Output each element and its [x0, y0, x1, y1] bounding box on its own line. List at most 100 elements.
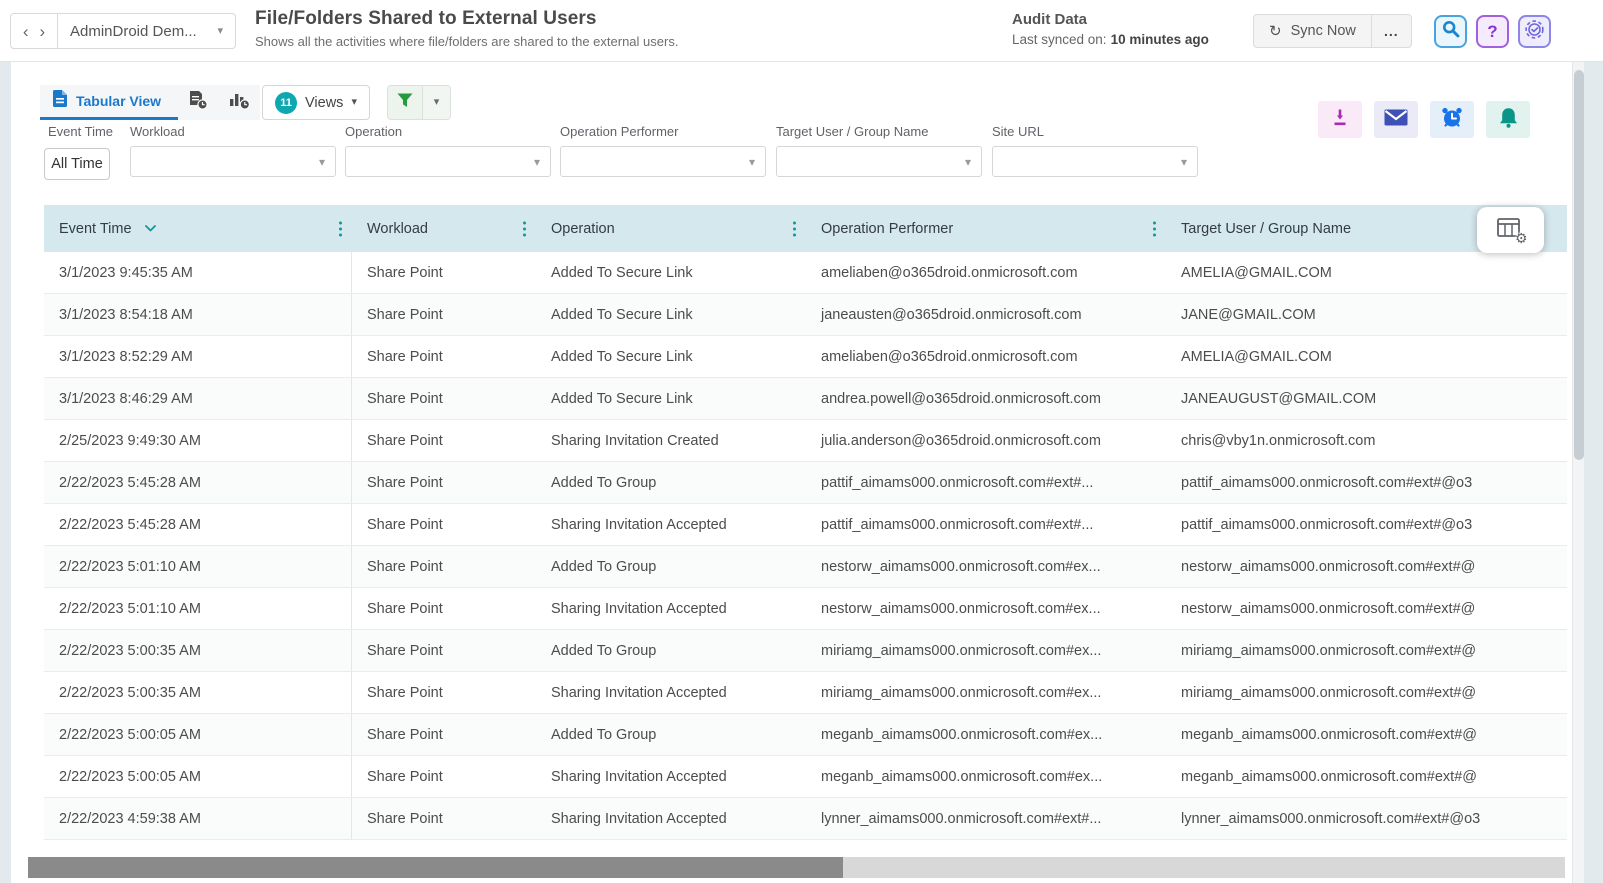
- chevron-down-icon: ▾: [964, 154, 971, 169]
- table-row: 3/1/2023 8:46:29 AM Share Point Added To…: [44, 378, 1567, 420]
- download-icon: [1330, 108, 1350, 132]
- column-header-event-time[interactable]: Event Time: [44, 205, 352, 252]
- column-header-event-time-label: Event Time: [59, 220, 132, 237]
- filter-site-url-label: Site URL: [992, 124, 1045, 139]
- cell-event-time: 2/22/2023 5:00:35 AM: [44, 630, 352, 671]
- filter-target-user-label: Target User / Group Name: [776, 124, 929, 139]
- cell-operation: Sharing Invitation Created: [551, 432, 719, 449]
- last-synced-label: Last synced on:: [1012, 32, 1107, 47]
- document-icon: [53, 90, 67, 112]
- operation-dropdown[interactable]: ▾: [345, 146, 551, 177]
- report-action-buttons: [1318, 101, 1530, 138]
- table-row: 2/22/2023 5:01:10 AM Share Point Added T…: [44, 546, 1567, 588]
- filter-operation-label: Operation: [345, 124, 403, 139]
- refresh-icon: ↻: [1269, 23, 1282, 40]
- column-menu-icon[interactable]: [793, 221, 796, 236]
- cell-workload: Share Point: [367, 558, 443, 575]
- filter-operation-performer-label: Operation Performer: [560, 124, 679, 139]
- filter-button[interactable]: [388, 86, 422, 119]
- audit-status-block: Audit Data Last synced on: 10 minutes ago: [1012, 11, 1209, 47]
- chevron-down-icon: ▾: [217, 24, 223, 37]
- filter-workload-label: Workload: [130, 124, 185, 139]
- check-circle-icon: [1525, 19, 1544, 44]
- table-row: 3/1/2023 8:54:18 AM Share Point Added To…: [44, 294, 1567, 336]
- tenant-selector[interactable]: AdminDroid Dem... ▾: [58, 13, 236, 49]
- help-button[interactable]: ?: [1476, 15, 1509, 48]
- cell-workload: Share Point: [367, 726, 443, 743]
- email-report-button[interactable]: [1374, 101, 1418, 138]
- audit-data-label: Audit Data: [1012, 11, 1087, 28]
- target-user-dropdown[interactable]: ▾: [776, 146, 982, 177]
- cell-event-time: 2/22/2023 5:00:05 AM: [44, 756, 352, 797]
- filter-split-button: ▾: [387, 85, 451, 120]
- column-header-workload-label: Workload: [367, 220, 428, 237]
- cell-operation: Added To Group: [551, 726, 657, 743]
- report-title-block: File/Folders Shared to External Users Sh…: [255, 8, 678, 49]
- cell-operation: Added To Group: [551, 642, 657, 659]
- cell-workload: Share Point: [367, 474, 443, 491]
- horizontal-scrollbar-thumb[interactable]: [28, 857, 843, 878]
- table-row: 2/22/2023 5:01:10 AM Share Point Sharing…: [44, 588, 1567, 630]
- table-row: 2/22/2023 5:00:35 AM Share Point Sharing…: [44, 672, 1567, 714]
- table-row: 2/22/2023 5:00:35 AM Share Point Added T…: [44, 630, 1567, 672]
- page-title: File/Folders Shared to External Users: [255, 8, 597, 29]
- tenant-nav-group: ‹ › AdminDroid Dem... ▾: [10, 13, 236, 49]
- cell-workload: Share Point: [367, 768, 443, 785]
- chevron-down-icon: ▾: [351, 96, 357, 108]
- site-url-dropdown[interactable]: ▾: [992, 146, 1198, 177]
- sync-now-button[interactable]: ↻ Sync Now: [1254, 15, 1371, 47]
- vertical-scrollbar[interactable]: [1572, 62, 1584, 883]
- column-header-target-user-label: Target User / Group Name: [1181, 220, 1352, 237]
- cell-event-time: 3/1/2023 8:52:29 AM: [44, 336, 352, 377]
- filter-event-time: Event Time All Time: [44, 124, 113, 180]
- audit-table: Event Time Workload Operation Operation …: [44, 205, 1567, 851]
- column-menu-icon[interactable]: [339, 221, 342, 236]
- forward-chevron-icon[interactable]: ›: [40, 23, 46, 40]
- report-document-schedule-button[interactable]: [178, 85, 219, 120]
- column-menu-icon[interactable]: [1153, 221, 1156, 236]
- chart-clock-icon: [229, 91, 250, 115]
- chart-schedule-button[interactable]: [219, 85, 260, 120]
- views-dropdown-button[interactable]: 11 Views ▾: [262, 85, 370, 120]
- operation-performer-dropdown[interactable]: ▾: [560, 146, 766, 177]
- table-row: 2/22/2023 5:45:28 AM Share Point Sharing…: [44, 504, 1567, 546]
- filter-site-url: Site URL ▾: [992, 124, 1198, 177]
- chevron-down-icon: ▾: [318, 154, 325, 169]
- search-button[interactable]: [1434, 15, 1467, 48]
- table-row: 3/1/2023 9:45:35 AM Share Point Added To…: [44, 252, 1567, 294]
- more-options-button[interactable]: ...: [1370, 15, 1411, 47]
- cell-operation-performer: pattif_aimams000.onmicrosoft.com#ext#...: [821, 474, 1094, 491]
- filter-operation: Operation ▾: [345, 124, 551, 177]
- views-label: Views: [305, 94, 344, 111]
- cell-event-time: 2/22/2023 4:59:38 AM: [44, 798, 352, 839]
- cell-event-time: 3/1/2023 9:45:35 AM: [44, 252, 352, 293]
- cell-event-time: 2/22/2023 5:00:35 AM: [44, 672, 352, 713]
- cell-operation-performer: miriamg_aimams000.onmicrosoft.com#ex...: [821, 642, 1102, 659]
- cell-operation-performer: pattif_aimams000.onmicrosoft.com#ext#...: [821, 516, 1094, 533]
- task-status-button[interactable]: [1518, 15, 1551, 48]
- partial-row: [44, 840, 1567, 851]
- horizontal-scrollbar[interactable]: [28, 857, 1565, 878]
- schedule-alert-button[interactable]: [1430, 101, 1474, 138]
- event-time-range-button[interactable]: All Time: [44, 148, 110, 180]
- vertical-scrollbar-thumb[interactable]: [1574, 70, 1584, 460]
- column-header-operation[interactable]: Operation: [536, 205, 806, 252]
- table-body: 3/1/2023 9:45:35 AM Share Point Added To…: [44, 252, 1567, 840]
- cell-event-time: 2/22/2023 5:01:10 AM: [44, 588, 352, 629]
- right-page-edge: [1584, 62, 1603, 883]
- column-menu-icon[interactable]: [523, 221, 526, 236]
- cell-operation: Sharing Invitation Accepted: [551, 684, 727, 701]
- cell-operation-performer: nestorw_aimams000.onmicrosoft.com#ex...: [821, 558, 1101, 575]
- tab-tabular-view[interactable]: Tabular View: [40, 85, 179, 120]
- notification-bell-button[interactable]: [1486, 101, 1530, 138]
- column-header-operation-performer[interactable]: Operation Performer: [806, 205, 1166, 252]
- cell-target-user: AMELIA@GMAIL.COM: [1181, 264, 1332, 281]
- filter-workload: Workload ▾: [130, 124, 336, 177]
- back-chevron-icon[interactable]: ‹: [23, 23, 29, 40]
- export-download-button[interactable]: [1318, 101, 1362, 138]
- column-chooser-button[interactable]: ⚙: [1477, 207, 1544, 253]
- column-header-workload[interactable]: Workload: [352, 205, 536, 252]
- filter-dropdown-button[interactable]: ▾: [422, 86, 450, 119]
- cell-workload: Share Point: [367, 348, 443, 365]
- workload-dropdown[interactable]: ▾: [130, 146, 336, 177]
